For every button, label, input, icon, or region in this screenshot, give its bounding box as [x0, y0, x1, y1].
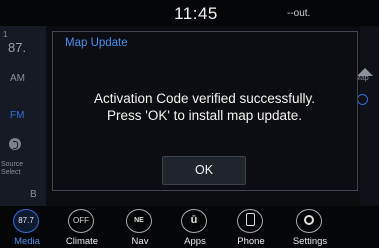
gear-glyph [304, 214, 314, 225]
chevron-right-icon[interactable] [357, 94, 368, 105]
nav-phone-label: Phone [237, 236, 265, 247]
nav-media-label: Media [14, 236, 40, 247]
band-fm-label: FM [10, 110, 25, 121]
nav-apps[interactable]: ū Apps [168, 206, 222, 248]
bluetooth-item[interactable] [0, 134, 46, 155]
background-radio-column: 1 87. AM FM Source Select B [0, 26, 46, 206]
right-side-panel [360, 26, 379, 206]
preset-tile: 1 87. [0, 26, 46, 63]
phone-glyph [245, 213, 255, 227]
source-select-item[interactable]: Source Select [0, 154, 46, 185]
outside-temperature: --out. [287, 8, 311, 19]
gear-icon [296, 209, 322, 233]
preset-number: 1 [3, 30, 8, 39]
compass-icon: NE [126, 209, 152, 233]
dialog-title: Map Update [65, 37, 128, 49]
nav-settings[interactable]: Settings [283, 206, 337, 248]
nav-nav-label: Nav [131, 236, 149, 247]
ok-button[interactable]: OK [162, 156, 246, 185]
nav-apps-label: Apps [184, 236, 206, 247]
nav-climate-label: Climate [65, 236, 99, 247]
climate-icon: OFF [68, 209, 94, 233]
dialog-message-line2: Press 'OK' to install map update. [107, 108, 302, 123]
media-icon: 87.7 [13, 209, 39, 233]
frequency-text: 87. [8, 40, 27, 55]
dialog-message-line1: Activation Code verified successfully. [93, 91, 316, 106]
nav-settings-label: Settings [292, 236, 328, 247]
bluetooth-icon [9, 138, 21, 150]
nav-media[interactable]: 87.7 Media [0, 206, 54, 248]
clock: 11:45 [174, 4, 218, 23]
screen: 11:45 --out. 1 87. AM FM Source Select B… [0, 0, 379, 248]
apps-glyph: ū [190, 214, 198, 226]
status-bar: 11:45 --out. [0, 0, 379, 26]
apps-icon: ū [181, 209, 207, 233]
nav-nav[interactable]: NE Nav [113, 206, 167, 248]
band-fm-item[interactable]: FM [0, 98, 46, 135]
nav-climate[interactable]: OFF Climate [55, 206, 109, 248]
browse-item[interactable]: B [0, 184, 46, 206]
map-update-dialog: Map Update Activation Code verified succ… [52, 31, 358, 191]
browse-partial-label: B [30, 189, 37, 200]
nav-phone[interactable]: Phone [224, 206, 278, 248]
phone-icon [237, 209, 263, 233]
source-select-label: Source Select [1, 161, 24, 176]
band-am-item[interactable]: AM [0, 62, 46, 99]
band-am-label: AM [10, 73, 25, 84]
